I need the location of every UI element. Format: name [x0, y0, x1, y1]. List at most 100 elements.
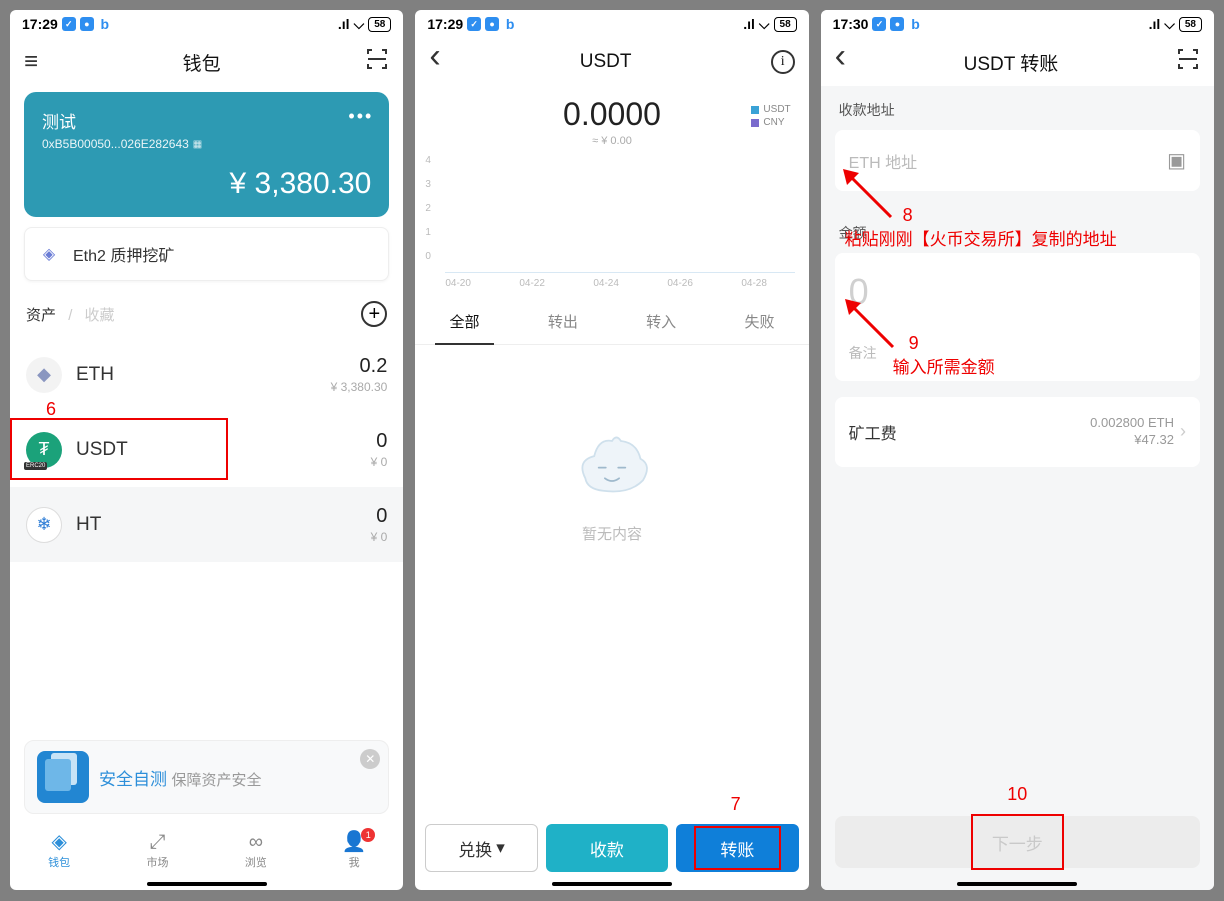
signal-icon: .ıl	[338, 16, 350, 32]
add-asset-icon[interactable]: +	[361, 301, 387, 327]
back-icon[interactable]	[835, 51, 846, 73]
security-banner[interactable]: 安全自测 保障资产安全 ✕	[24, 740, 389, 814]
asset-symbol: ETH	[76, 364, 317, 386]
empty-state: 暂无内容	[415, 345, 808, 816]
exchange-button[interactable]: 兑换 ▾	[425, 824, 537, 872]
screen-transfer: 17:30 ✓ ● b .ıl ⌵ 58 USDT 转账 收款地址 ETH 地址…	[821, 10, 1214, 890]
whale-icon	[567, 425, 657, 505]
address-label: 收款地址	[821, 86, 1214, 126]
wifi-icon: ⌵	[354, 16, 365, 33]
qr-mini-icon: ▦	[193, 139, 200, 150]
tab-assets[interactable]: 资产	[26, 307, 56, 324]
status-b-icon: b	[908, 17, 922, 31]
app-bar: 钱包	[10, 38, 403, 86]
bottom-tabbar: ◈ 钱包 ⤢ 市场 ∞ 浏览 👤 我 1	[10, 822, 403, 880]
annotation-8-text: 粘贴刚刚【火币交易所】复制的地址	[845, 225, 1117, 250]
fee-eth: 0.002800 ETH	[1090, 415, 1174, 432]
fee-cny: ¥47.32	[1090, 432, 1174, 449]
chart: 4 3 2 1 0 04-20 04-22 04-24 04-26 04-28	[415, 153, 808, 293]
status-b-icon: b	[98, 17, 112, 31]
status-time: 17:29	[22, 16, 58, 32]
asset-fiat: ¥ 3,380.30	[331, 380, 388, 394]
asset-row-ht[interactable]: ❄ HT 0 ¥ 0	[10, 487, 403, 562]
wallet-name: 测试	[42, 108, 371, 133]
tab-favorites[interactable]: 收藏	[85, 307, 115, 324]
notif-badge: 1	[361, 828, 375, 842]
action-row: 兑换 ▾ 收款 转账	[415, 816, 808, 880]
home-indicator	[957, 882, 1077, 886]
scan-icon[interactable]	[365, 47, 389, 77]
asset-tabs: 资产 / 收藏	[26, 304, 123, 325]
screen-wallet: 17:29 ✓ ● b .ıl ⌵ 58 钱包 ••• 测试 0xB5B0005…	[10, 10, 403, 890]
banner-close-icon[interactable]: ✕	[360, 749, 380, 769]
app-bar: USDT 转账	[821, 38, 1214, 86]
eth2-staking-row[interactable]: ◈ Eth2 质押挖矿	[24, 227, 389, 281]
wifi-icon: ⌵	[759, 16, 770, 33]
txtab-all[interactable]: 全部	[415, 299, 513, 344]
asset-row-usdt[interactable]: ₮ERC20 USDT 0 ¥ 0	[10, 412, 403, 487]
annotation-9-num: 9	[909, 333, 919, 354]
back-icon[interactable]	[429, 51, 440, 73]
dropdown-icon: ▾	[496, 838, 505, 858]
contacts-icon[interactable]: ▣	[1167, 148, 1186, 173]
eth-diamond-icon: ◈	[37, 242, 61, 266]
annotation-9-text: 输入所需金额	[893, 353, 995, 378]
txtab-out[interactable]: 转出	[514, 299, 612, 344]
tab-browse[interactable]: ∞ 浏览	[207, 822, 305, 880]
annotation-arrow-9	[843, 297, 903, 357]
banner-sub: 保障资产安全	[171, 772, 261, 789]
txtab-fail[interactable]: 失败	[710, 299, 808, 344]
ht-icon: ❄	[26, 507, 62, 543]
home-indicator	[552, 882, 672, 886]
info-icon[interactable]: i	[771, 50, 795, 74]
fee-row[interactable]: 矿工费 0.002800 ETH ¥47.32 ›	[835, 397, 1200, 467]
wallet-address[interactable]: 0xB5B00050...026E282643 ▦	[42, 137, 371, 151]
tab-me[interactable]: 👤 我 1	[305, 822, 403, 880]
txtab-in[interactable]: 转入	[612, 299, 710, 344]
battery-icon: 58	[1179, 17, 1202, 32]
tab-market[interactable]: ⤢ 市场	[108, 822, 206, 880]
status-bar: 17:29 ✓ ● b .ıl ⌵ 58	[10, 10, 403, 38]
asset-fiat: ¥ 0	[371, 455, 388, 469]
banner-title: 安全自测	[99, 770, 167, 789]
scan-icon[interactable]	[1176, 47, 1200, 77]
annotation-box-7	[694, 826, 781, 870]
annotation-arrow-8	[841, 167, 901, 227]
asset-amount: 0	[371, 505, 388, 528]
menu-icon[interactable]	[24, 48, 38, 76]
status-b-icon: b	[503, 17, 517, 31]
status-app-icon2: ●	[890, 17, 904, 31]
market-nav-icon: ⤢	[149, 832, 165, 852]
chart-legend: USDT CNY	[751, 104, 790, 130]
eth-icon: ◆	[26, 357, 62, 393]
status-bar: 17:29 ✓ ● b .ıl ⌵ 58	[415, 10, 808, 38]
wallet-card[interactable]: ••• 测试 0xB5B00050...026E282643 ▦ ¥ 3,380…	[24, 92, 389, 217]
asset-row-eth[interactable]: ◆ ETH 0.2 ¥ 3,380.30	[10, 337, 403, 412]
status-app-icon: ✓	[467, 17, 481, 31]
banner-image	[37, 751, 89, 803]
status-time: 17:29	[427, 16, 463, 32]
chart-baseline	[445, 272, 794, 273]
chevron-right-icon: ›	[1180, 421, 1186, 442]
signal-icon: .ıl	[743, 16, 755, 32]
receive-button[interactable]: 收款	[546, 824, 669, 872]
wallet-nav-icon: ◈	[51, 832, 66, 852]
asset-amount: 0	[371, 430, 388, 453]
status-bar: 17:30 ✓ ● b .ıl ⌵ 58	[821, 10, 1214, 38]
next-button[interactable]: 下一步	[835, 816, 1200, 868]
eth2-label: Eth2 质押挖矿	[73, 242, 174, 266]
asset-amount: 0.2	[331, 355, 388, 378]
legend-sq-usdt	[751, 106, 759, 114]
wifi-icon: ⌵	[1164, 16, 1175, 33]
page-title: 钱包	[38, 49, 365, 76]
status-app-icon2: ●	[485, 17, 499, 31]
balance-zone: 0.0000 ≈ ¥ 0.00 USDT CNY	[415, 86, 808, 153]
screen-usdt-detail: 17:29 ✓ ● b .ıl ⌵ 58 USDT i 0.0000 ≈ ¥ 0…	[415, 10, 808, 890]
balance-fiat: ≈ ¥ 0.00	[415, 135, 808, 147]
balance-amount: 0.0000	[415, 96, 808, 133]
wallet-more-icon[interactable]: •••	[348, 106, 373, 127]
send-button[interactable]: 转账	[676, 824, 799, 872]
tab-wallet[interactable]: ◈ 钱包	[10, 822, 108, 880]
page-title: USDT 转账	[846, 49, 1176, 76]
empty-text: 暂无内容	[582, 523, 642, 544]
